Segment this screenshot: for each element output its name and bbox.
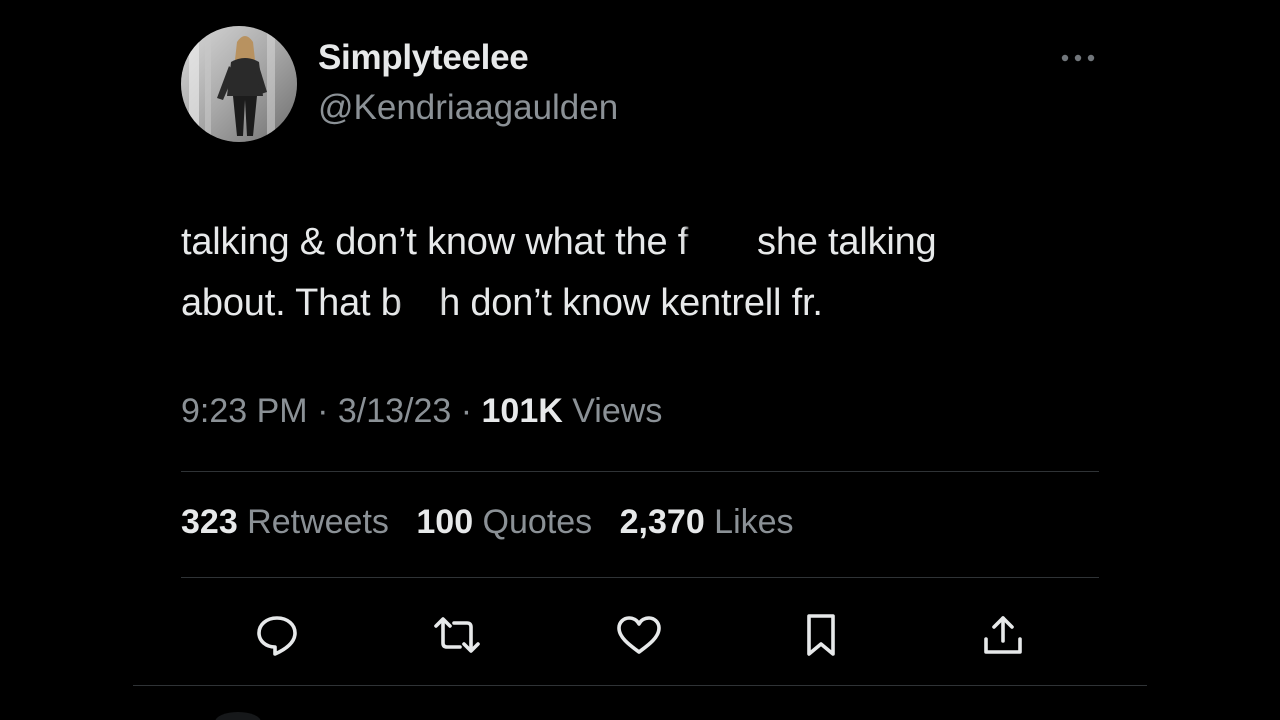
tweet-text-segment: she talking [746,221,937,263]
retweets-stat[interactable]: 323 Retweets [181,503,389,541]
tweet-text: talking & don’t know what the fuck she t… [181,212,1121,334]
next-reply-avatar[interactable] [215,712,261,720]
censored-word: uck [688,212,747,273]
divider [181,471,1099,472]
reply-button[interactable] [252,612,302,658]
retweet-button[interactable] [432,612,482,658]
bookmark-button[interactable] [796,612,846,658]
engagement-stats: 323 Retweets 100 Quotes 2,370 Likes [181,503,812,542]
like-icon [617,616,661,654]
tweet-time[interactable]: 9:23 PM [181,392,308,430]
meta-separator: · [307,392,338,430]
tweet-text-segment: h don’t know kentrell fr. [439,282,823,324]
meta-separator: · [451,392,482,430]
retweets-label: Retweets [237,503,389,541]
like-button[interactable] [614,612,664,658]
tweet-detail-view: Simplyteelee @Kendriaagaulden talking & … [0,0,1280,720]
share-button[interactable] [978,612,1028,658]
quotes-count: 100 [416,503,474,541]
likes-label: Likes [704,503,794,541]
divider [133,685,1147,686]
quotes-stat[interactable]: 100 Quotes [416,503,592,541]
views-count: 101K [481,392,563,430]
divider [181,577,1099,578]
share-icon [984,616,1022,654]
retweet-icon [434,617,480,653]
author-display-name[interactable]: Simplyteelee [318,38,529,78]
tweet-text-segment: talking & don’t know what the f [181,221,689,263]
tweet-date[interactable]: 3/13/23 [338,392,451,430]
views-label: Views [562,392,663,430]
likes-count: 2,370 [619,503,705,541]
author-handle[interactable]: @Kendriaagaulden [318,88,618,128]
quotes-label: Quotes [473,503,593,541]
reply-icon [257,616,297,656]
likes-stat[interactable]: 2,370 Likes [620,503,794,541]
tweet-text-segment: about. That b [181,282,402,324]
tweet-metadata: 9:23 PM · 3/13/23 · 101K Views [181,392,662,431]
avatar[interactable] [181,26,297,142]
more-options-icon[interactable] [1058,48,1098,68]
retweets-count: 323 [181,503,238,541]
censored-word: itc [401,273,440,334]
avatar-photo [181,26,297,142]
bookmark-icon [807,614,835,656]
